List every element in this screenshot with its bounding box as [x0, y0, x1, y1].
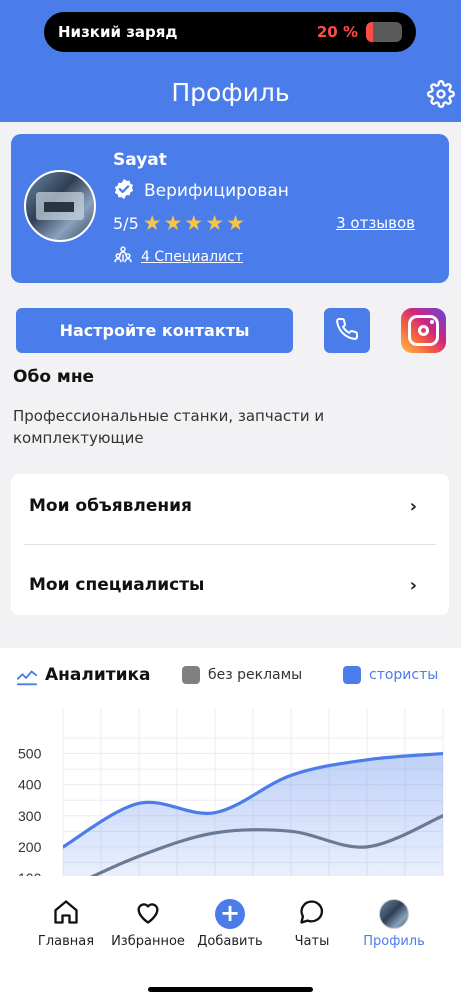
header: Низкий заряд 20 % Профиль — [0, 0, 461, 122]
tab-favorites[interactable]: Избранное — [103, 898, 193, 949]
plus-icon: + — [215, 899, 245, 929]
analytics-title: Аналитика — [45, 665, 151, 685]
star-icon: ★ — [226, 211, 245, 235]
menu-item-label: Мои объявления — [29, 496, 192, 516]
chart-tick-label: 400 — [18, 777, 42, 793]
setup-contacts-button[interactable]: Настройте контакты — [16, 308, 293, 353]
menu-item-my-specialists[interactable]: Мои специалисты › — [11, 555, 449, 615]
verified-badge-icon — [113, 178, 135, 204]
legend-swatch — [343, 666, 361, 684]
chart-tick-label: 200 — [18, 839, 42, 855]
tab-label: Избранное — [111, 934, 185, 949]
battery-notification: Низкий заряд 20 % — [44, 12, 416, 52]
verified-row: Верифицирован — [113, 178, 289, 204]
star-icon: ★ — [142, 211, 162, 235]
instagram-icon[interactable] — [401, 308, 446, 353]
about-title: Обо мне — [13, 367, 95, 387]
legend-item-stories[interactable]: стористы — [343, 666, 438, 684]
battery-icon — [366, 22, 402, 42]
chart-tick-label: 500 — [18, 746, 42, 762]
legend-item-no-ads[interactable]: без рекламы — [182, 666, 302, 684]
battery-percent: 20 % — [316, 23, 358, 41]
home-icon — [52, 898, 80, 930]
verified-label: Верифицирован — [144, 181, 289, 201]
chevron-right-icon: › — [409, 496, 417, 517]
legend-label: без рекламы — [208, 667, 303, 683]
rating-row: 5/5 ★★★★★ — [113, 211, 247, 235]
legend-label: стористы — [369, 667, 439, 683]
team-icon — [113, 245, 133, 269]
tab-home[interactable]: Главная — [21, 898, 111, 949]
tab-label: Главная — [37, 934, 95, 949]
chart-line-icon — [16, 666, 38, 692]
about-text: Профессиональные станки, запчасти и комп… — [13, 407, 325, 447]
star-icon: ★ — [163, 211, 183, 235]
specialists-link[interactable]: 4 Специалист — [141, 249, 243, 265]
tab-bar: Главная Избранное + Добавить Чаты Профил… — [0, 876, 461, 999]
tab-add[interactable]: + Добавить — [185, 898, 275, 949]
tab-label: Чаты — [294, 934, 330, 949]
tab-chats[interactable]: Чаты — [267, 898, 357, 949]
specialists-row[interactable]: 4 Специалист — [113, 245, 243, 269]
chat-icon — [298, 898, 326, 930]
reviews-link[interactable]: 3 отзывов — [336, 214, 415, 232]
chevron-right-icon: › — [409, 575, 417, 596]
star-icon: ★ — [184, 211, 204, 235]
menu-card: Мои объявления › Мои специалисты › — [11, 474, 449, 615]
tab-profile[interactable]: Профиль — [349, 898, 439, 949]
chart-tick-label: 300 — [18, 808, 42, 824]
analytics-section: Аналитика без рекламы стористы 500 400 300… — [0, 648, 461, 888]
avatar[interactable] — [24, 170, 96, 242]
battery-message: Низкий заряд — [58, 23, 178, 41]
tab-label: Профиль — [363, 934, 425, 949]
gear-icon[interactable] — [427, 80, 455, 108]
rating-value: 5/5 — [113, 213, 139, 233]
menu-item-label: Мои специалисты — [29, 575, 205, 595]
rating-stars: ★★★★★ — [143, 211, 247, 235]
profile-card: Sayat Верифицирован 5/5 ★★★★★ 3 отзывов … — [11, 134, 449, 283]
star-icon: ★ — [205, 211, 225, 235]
analytics-chart: 500400300200100 — [18, 708, 444, 886]
profile-avatar-icon — [379, 899, 409, 929]
page-title: Профиль — [171, 78, 290, 107]
phone-icon — [335, 317, 359, 345]
home-indicator — [148, 987, 313, 992]
analytics-header: Аналитика без рекламы стористы — [0, 662, 461, 692]
legend-swatch — [182, 666, 200, 684]
tab-label: Добавить — [197, 934, 263, 949]
menu-item-my-ads[interactable]: Мои объявления › — [11, 476, 449, 536]
heart-icon — [134, 898, 162, 930]
phone-button[interactable] — [324, 308, 370, 353]
divider — [24, 544, 436, 545]
user-name: Sayat — [113, 150, 167, 170]
